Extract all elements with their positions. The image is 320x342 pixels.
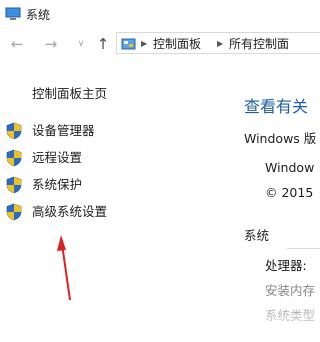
system-info-pane: 查看有关 Windows 版 Window © 2015 系统 处理器: 安装内… [232, 60, 320, 342]
control-panel-icon [121, 36, 137, 50]
system-window: 系统 ← → ∨ ↑ ▶ 控制面板 ▶ 所有控制面 控制面板主页 设备管理器 远… [0, 0, 320, 342]
breadcrumb-separator-icon[interactable]: ▶ [141, 36, 147, 52]
system-window-icon [5, 6, 21, 20]
page-heading: 查看有关 [244, 97, 309, 116]
arrow-up-icon[interactable]: ↑ [94, 34, 112, 54]
windows-edition-value: Window [265, 160, 315, 175]
address-bar[interactable]: ▶ 控制面板 ▶ 所有控制面 [116, 32, 320, 54]
breadcrumb-all-control-panel-items[interactable]: 所有控制面 [229, 36, 289, 52]
window-title: 系统 [26, 8, 51, 22]
system-type-label: 系统类型 [265, 308, 316, 323]
section-divider [287, 248, 320, 249]
arrow-right-icon[interactable]: → [42, 34, 60, 54]
navigation-bar: ← → ∨ ↑ ▶ 控制面板 ▶ 所有控制面 [0, 30, 320, 58]
annotation-arrow-icon [57, 235, 71, 301]
processor-label: 处理器: [265, 258, 307, 273]
breadcrumb-control-panel[interactable]: 控制面板 [153, 36, 201, 52]
system-section-label: 系统 [244, 228, 270, 243]
windows-edition-label: Windows 版 [244, 131, 317, 146]
copyright-text: © 2015 [265, 185, 314, 200]
left-task-pane: 控制面板主页 设备管理器 远程设置 系统保护 高级系统设置 [0, 60, 232, 342]
arrow-left-icon[interactable]: ← [8, 34, 26, 54]
chevron-down-icon[interactable]: ∨ [76, 35, 86, 53]
installed-ram-label: 安装内存 [265, 283, 316, 298]
breadcrumb-separator-icon[interactable]: ▶ [217, 36, 223, 52]
title-bar: 系统 [0, 0, 320, 28]
